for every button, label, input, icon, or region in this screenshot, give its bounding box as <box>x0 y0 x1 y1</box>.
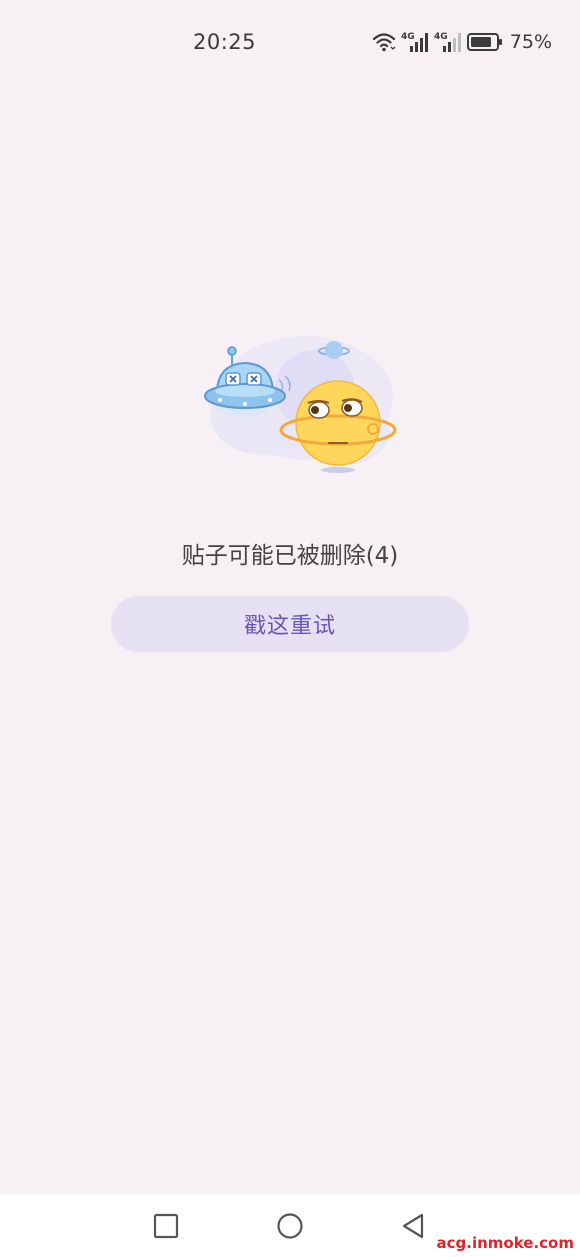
error-message: 贴子可能已被删除(4) <box>181 543 399 569</box>
watermark: acg.inmoke.com <box>436 1234 574 1252</box>
status-time: 20:25 <box>193 30 257 54</box>
home-icon[interactable] <box>275 1211 305 1241</box>
signal-icon: 4G <box>401 30 429 54</box>
svg-text:4G: 4G <box>434 32 448 42</box>
back-icon[interactable] <box>398 1211 428 1241</box>
battery-percent: 75% <box>509 31 552 53</box>
status-bar: 20:25 4G 4G 75% <box>0 0 580 86</box>
status-icons: 4G 4G 75% <box>372 29 552 55</box>
recent-apps-icon[interactable] <box>151 1211 181 1241</box>
signal-icon: 4G <box>434 30 462 54</box>
navigation-bar: acg.inmoke.com <box>0 1194 580 1257</box>
retry-button[interactable]: 戳这重试 <box>111 596 469 652</box>
wifi-icon <box>372 31 396 53</box>
retry-button-label: 戳这重试 <box>243 614 336 639</box>
ufo-and-planet-illustration <box>195 320 400 485</box>
battery-icon <box>466 32 503 52</box>
svg-text:4G: 4G <box>401 32 415 42</box>
